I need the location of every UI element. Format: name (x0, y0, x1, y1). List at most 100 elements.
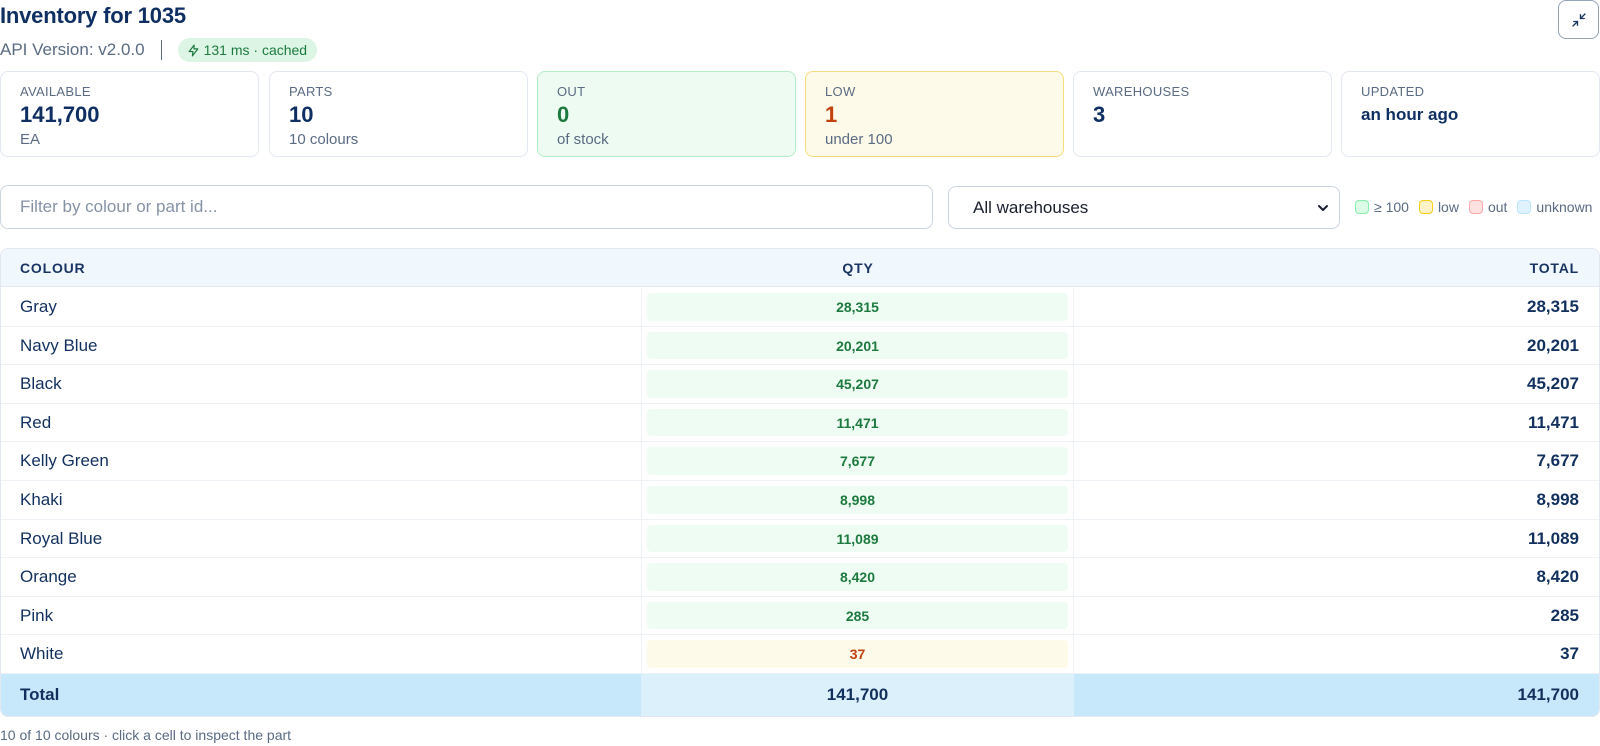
stat-value: 1 (825, 102, 838, 127)
table-row: Royal Blue 11,089 11,089 (1, 519, 1599, 559)
page-title: Inventory for 1035 (0, 3, 186, 28)
qty-cell-wrap: 7,677 (641, 442, 1074, 480)
total-cell: 37 (1560, 644, 1579, 664)
stat-card-parts: PARTS 10 10 colours (269, 71, 528, 157)
inventory-page: Inventory for 1035 API Version: v2.0.0 1… (0, 0, 1600, 746)
table-footnote: 10 of 10 colours · click a cell to inspe… (0, 727, 292, 743)
legend-label: ≥ 100 (1374, 199, 1409, 215)
table-row: Kelly Green 7,677 7,677 (1, 442, 1599, 481)
stat-value: 3 (1093, 102, 1106, 127)
stat-card-warehouses: WAREHOUSES 3 (1073, 71, 1332, 157)
colour-cell: Red (20, 412, 52, 432)
colour-cell: Orange (20, 567, 77, 587)
total-total: 141,700 (1517, 685, 1579, 704)
table-row: Black 45,207 45,207 (1, 365, 1599, 404)
legend-item-low: low (1418, 199, 1459, 215)
colour-cell: Kelly Green (20, 451, 109, 471)
stat-card-out: OUT 0 of stock (537, 71, 796, 157)
qty-cell[interactable]: 11,471 (647, 408, 1068, 437)
total-cell: 20,201 (1527, 335, 1579, 355)
stat-label: WAREHOUSES (1093, 84, 1190, 99)
qty-cell[interactable]: 285 (647, 601, 1068, 630)
stat-card-updated: UPDATED an hour ago (1341, 71, 1600, 157)
column-header-qty: QTY (842, 260, 874, 276)
legend-label: out (1487, 199, 1508, 215)
qty-cell-wrap: 45,207 (641, 365, 1074, 403)
table-row: Pink 285 285 (1, 596, 1599, 636)
table-row: Navy Blue 20,201 20,201 (1, 326, 1599, 366)
qty-cell-wrap: 37 (641, 635, 1074, 673)
legend-item-ok: ≥ 100 (1355, 199, 1409, 215)
qty-cell[interactable]: 45,207 (647, 370, 1068, 398)
legend-label: low (1437, 199, 1459, 215)
qty-cell-wrap: 11,471 (641, 403, 1074, 442)
table-row: Red 11,471 11,471 (1, 403, 1599, 443)
legend-label: unknown (1536, 199, 1593, 215)
qty-cell[interactable]: 7,677 (647, 447, 1068, 475)
divider (160, 40, 162, 60)
legend-item-out: out (1468, 199, 1508, 215)
total-cell: 11,471 (1527, 412, 1579, 432)
stat-label: OUT (557, 84, 586, 99)
column-header-total: TOTAL (1529, 260, 1579, 276)
stat-sub: EA (20, 131, 41, 148)
lightning-icon (188, 43, 199, 57)
column-header-colour: COLOUR (20, 260, 86, 276)
total-cell: 28,315 (1527, 297, 1579, 316)
total-cell: 11,089 (1527, 528, 1579, 548)
qty-cell[interactable]: 8,420 (647, 563, 1068, 591)
stat-value: an hour ago (1361, 105, 1459, 124)
colour-cell: Navy Blue (20, 335, 98, 355)
colour-cell: Royal Blue (20, 528, 103, 548)
stat-label: AVAILABLE (20, 84, 91, 99)
subtitle-bar: API Version: v2.0.0 131 ms · cached (0, 38, 318, 62)
colour-cell: Khaki (20, 489, 63, 509)
table-body: Gray 28,315 28,315 Navy Blue 20,201 20,2… (1, 288, 1599, 674)
legend-swatch (1355, 200, 1369, 214)
stat-value: 0 (557, 102, 570, 127)
total-label: Total (20, 685, 60, 704)
qty-cell-wrap: 11,089 (641, 519, 1074, 558)
colour-cell: Black (20, 374, 62, 394)
qty-cell[interactable]: 11,089 (647, 524, 1068, 553)
qty-cell[interactable]: 37 (647, 640, 1068, 668)
qty-cell-wrap: 8,998 (641, 480, 1074, 519)
stat-sub: 10 colours (289, 131, 359, 148)
table-total-row: Total 141,700 141,700 (1, 674, 1599, 716)
collapse-icon (1571, 12, 1586, 27)
timing-badge: 131 ms · cached (177, 38, 318, 62)
warehouse-select-value: All warehouses (973, 197, 1089, 217)
qty-cell[interactable]: 8,998 (647, 485, 1068, 514)
legend-swatch (1418, 200, 1433, 214)
qty-cell-wrap: 8,420 (641, 558, 1074, 596)
timing-badge-label: 131 ms · cached (203, 42, 308, 58)
qty-cell-wrap: 28,315 (641, 288, 1074, 326)
stat-sub: under 100 (825, 131, 893, 148)
stat-label: PARTS (289, 84, 333, 99)
total-cell: 45,207 (1527, 374, 1579, 394)
table-row: White 37 37 (1, 635, 1599, 674)
qty-cell-wrap: 285 (641, 596, 1074, 635)
api-version: API Version: v2.0.0 (0, 40, 145, 59)
filter-input[interactable] (0, 185, 933, 229)
stat-label: UPDATED (1361, 84, 1425, 99)
warehouse-select[interactable]: All warehouses (948, 186, 1340, 229)
colour-cell: White (20, 644, 64, 664)
table-row: Khaki 8,998 8,998 (1, 480, 1599, 520)
qty-cell[interactable]: 20,201 (647, 331, 1068, 360)
stat-sub: of stock (557, 131, 609, 148)
stats-row: AVAILABLE 141,700 EA PARTS 10 10 colours… (0, 71, 1600, 157)
table-header: COLOUR QTY TOTAL (1, 249, 1599, 287)
stat-value: 141,700 (20, 102, 100, 127)
stat-label: LOW (825, 84, 856, 99)
stat-card-low: LOW 1 under 100 (805, 71, 1064, 157)
legend-item-unknown: unknown (1517, 199, 1592, 215)
collapse-button[interactable] (1558, 0, 1599, 39)
table-row: Gray 28,315 28,315 (1, 288, 1599, 327)
total-cell: 8,998 (1536, 489, 1579, 509)
legend-swatch (1468, 200, 1483, 214)
stat-value: 10 (289, 102, 314, 127)
total-qty: 141,700 (641, 674, 1074, 716)
qty-cell[interactable]: 28,315 (647, 293, 1068, 321)
stat-card-available: AVAILABLE 141,700 EA (0, 71, 259, 157)
